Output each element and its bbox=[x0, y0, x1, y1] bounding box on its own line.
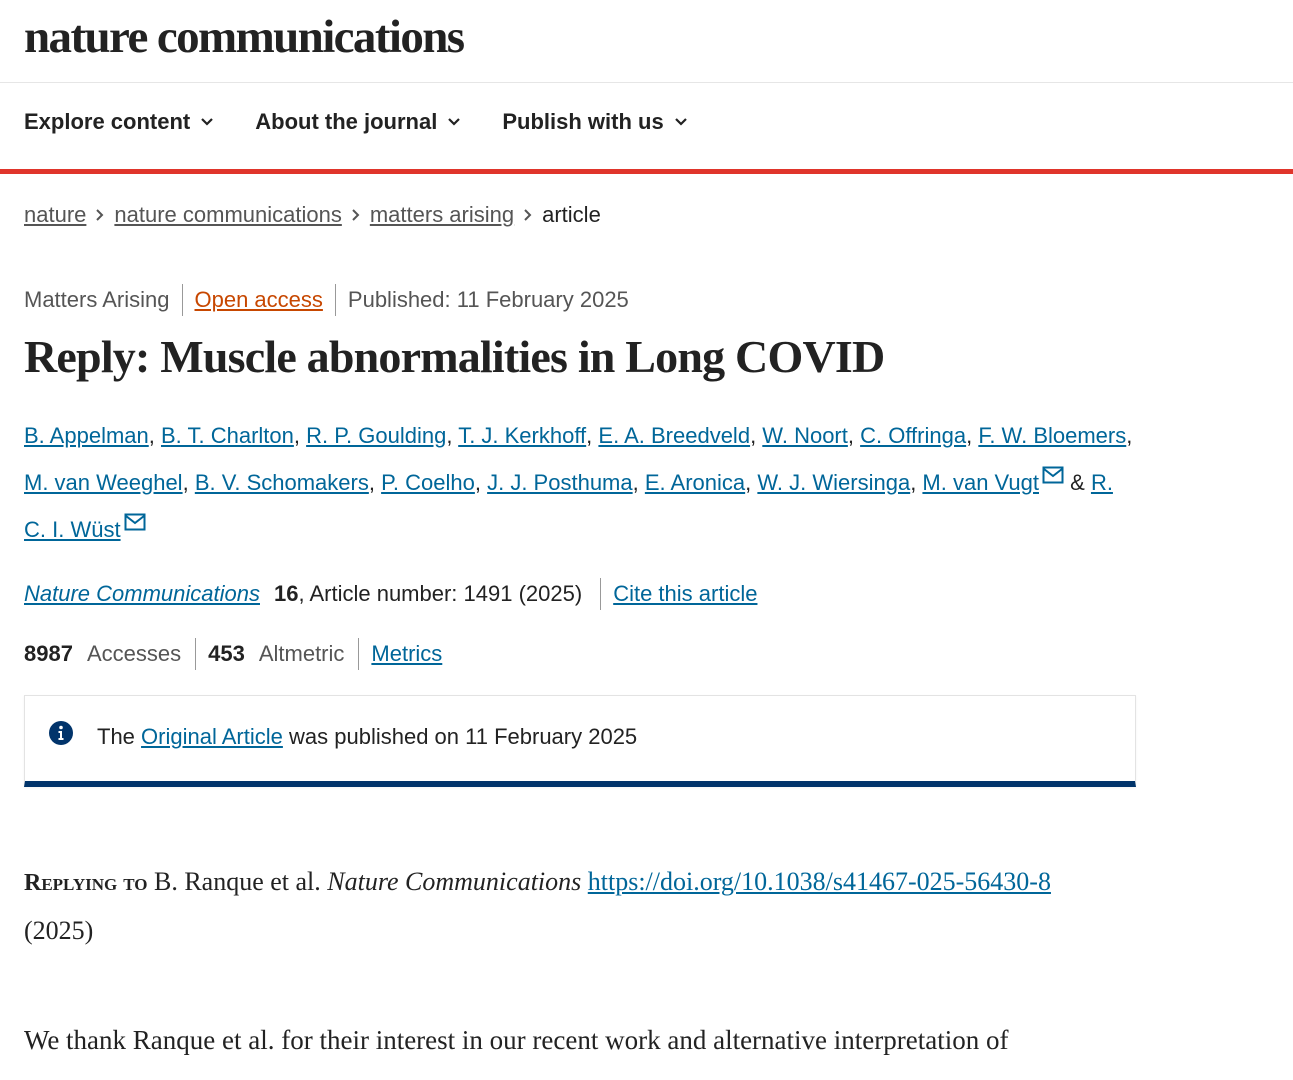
author-link[interactable]: M. van Weeghel bbox=[24, 470, 183, 495]
original-article-link[interactable]: Original Article bbox=[141, 724, 283, 749]
breadcrumb-link-nature[interactable]: nature bbox=[24, 202, 86, 228]
breadcrumb-current: article bbox=[542, 202, 601, 227]
article-meta: Matters Arising Open access Published: 1… bbox=[24, 284, 629, 316]
chevron-down-icon bbox=[674, 118, 687, 126]
author-link[interactable]: B. T. Charlton bbox=[161, 423, 294, 448]
divider bbox=[600, 578, 602, 610]
author-link[interactable]: J. J. Posthuma bbox=[487, 470, 633, 495]
body-paragraph: We thank Ranque et al. for their interes… bbox=[24, 1025, 1009, 1055]
replying-authors: B. Ranque et al. bbox=[153, 867, 321, 896]
open-access-link[interactable]: Open access bbox=[195, 287, 323, 313]
notice-suffix: was published on 11 February 2025 bbox=[289, 724, 638, 749]
author-joiner: & bbox=[1070, 470, 1085, 495]
mail-icon[interactable] bbox=[124, 513, 146, 531]
author-link[interactable]: C. Offringa bbox=[860, 423, 966, 448]
author-link[interactable]: W. Noort bbox=[762, 423, 848, 448]
article-number: , Article number: 1491 (2025) bbox=[298, 581, 583, 606]
notice-text: The Original Article was published on 11… bbox=[97, 724, 637, 750]
published-date: Published: 11 February 2025 bbox=[347, 287, 629, 312]
author-list: B. Appelman, B. T. Charlton, R. P. Gould… bbox=[24, 423, 1133, 542]
chevron-right-icon bbox=[86, 208, 114, 222]
nav-publish-with-us[interactable]: Publish with us bbox=[502, 109, 687, 135]
main-nav: Explore content About the journal Publis… bbox=[0, 83, 1293, 174]
notice-prefix: The bbox=[97, 724, 135, 749]
altmetric-count: 453 bbox=[208, 641, 245, 666]
divider bbox=[358, 638, 360, 670]
author-link[interactable]: T. J. Kerkhoff bbox=[458, 423, 586, 448]
info-icon bbox=[49, 721, 73, 745]
author-link[interactable]: W. J. Wiersinga bbox=[757, 470, 910, 495]
metrics-link[interactable]: Metrics bbox=[371, 641, 442, 667]
chevron-down-icon bbox=[201, 118, 214, 126]
nav-label: Explore content bbox=[24, 109, 191, 134]
author-link[interactable]: R. P. Goulding bbox=[306, 423, 446, 448]
author-link[interactable]: E. Aronica bbox=[645, 470, 745, 495]
article-type: Matters Arising bbox=[24, 287, 170, 312]
chevron-down-icon bbox=[448, 118, 461, 126]
cite-this-article-link[interactable]: Cite this article bbox=[613, 581, 757, 607]
mail-icon[interactable] bbox=[1042, 466, 1064, 484]
nav-explore-content[interactable]: Explore content bbox=[24, 109, 214, 135]
original-article-notice: The Original Article was published on 11… bbox=[24, 695, 1136, 787]
nav-label: Publish with us bbox=[502, 109, 664, 134]
chevron-right-icon bbox=[342, 208, 370, 222]
site-logo[interactable]: nature communications bbox=[24, 10, 465, 64]
divider bbox=[195, 638, 197, 670]
nav-about-journal[interactable]: About the journal bbox=[255, 109, 461, 135]
metrics-line: 8987 Accesses 453 Altmetric Metrics bbox=[24, 638, 442, 670]
author-link[interactable]: M. van Vugt bbox=[922, 470, 1039, 495]
chevron-right-icon bbox=[514, 208, 542, 222]
masthead: nature communications bbox=[0, 0, 1293, 83]
replying-journal: Nature Communications bbox=[327, 867, 582, 896]
replying-label: Replying to bbox=[24, 870, 148, 896]
author-link[interactable]: B. V. Schomakers bbox=[195, 470, 369, 495]
replying-year: (2025) bbox=[24, 916, 94, 945]
citation-line: Nature Communications 16 , Article numbe… bbox=[24, 578, 757, 610]
article-title: Reply: Muscle abnormalities in Long COVI… bbox=[24, 331, 885, 382]
breadcrumb: nature nature communications matters ari… bbox=[24, 202, 601, 228]
nav-label: About the journal bbox=[255, 109, 438, 134]
author-link[interactable]: F. W. Bloemers bbox=[978, 423, 1126, 448]
doi-link[interactable]: https://doi.org/10.1038/s41467-025-56430… bbox=[588, 867, 1051, 896]
replying-to: Replying to B. Ranque et al. Nature Comm… bbox=[24, 858, 1124, 954]
altmetric-label: Altmetric bbox=[258, 641, 345, 666]
author-link[interactable]: P. Coelho bbox=[381, 470, 475, 495]
author-link[interactable]: B. Appelman bbox=[24, 423, 149, 448]
author-link[interactable]: E. A. Breedveld bbox=[598, 423, 750, 448]
divider bbox=[181, 284, 183, 316]
journal-link[interactable]: Nature Communications bbox=[24, 581, 260, 607]
divider bbox=[334, 284, 336, 316]
accesses-count: 8987 bbox=[24, 641, 73, 666]
breadcrumb-link-matters-arising[interactable]: matters arising bbox=[370, 202, 514, 228]
breadcrumb-link-nature-communications[interactable]: nature communications bbox=[114, 202, 341, 228]
accesses-label: Accesses bbox=[86, 641, 182, 666]
volume: 16 bbox=[273, 581, 299, 606]
